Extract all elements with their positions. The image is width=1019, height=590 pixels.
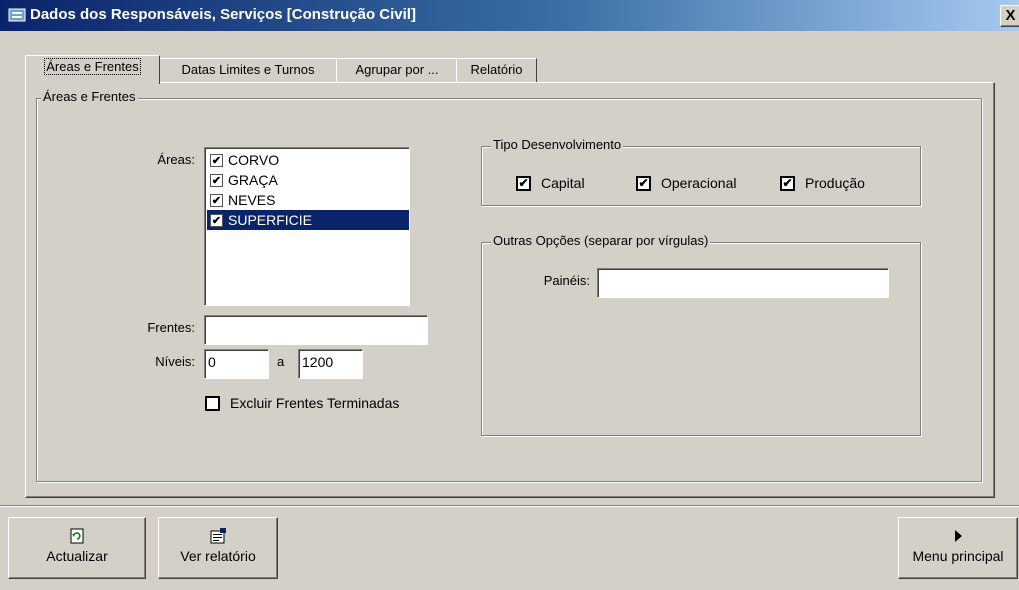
checkbox-neves[interactable]: ✔: [210, 194, 223, 207]
operacional-label: Operacional: [661, 175, 737, 191]
tab-agrupar[interactable]: Agrupar por ...: [336, 58, 458, 83]
bottom-divider: [0, 505, 1019, 507]
producao-label: Produção: [805, 175, 865, 191]
ver-relatorio-button[interactable]: Ver relatório: [158, 517, 278, 579]
producao-checkbox[interactable]: ✔: [780, 176, 795, 191]
tab-datas-limites[interactable]: Datas Limites e Turnos: [158, 58, 338, 83]
menu-principal-button[interactable]: Menu principal: [898, 517, 1018, 579]
checkbox-superficie[interactable]: ✔: [210, 214, 223, 227]
ver-relatorio-label: Ver relatório: [180, 548, 256, 564]
tipo-desenvolvimento-title: Tipo Desenvolvimento: [491, 137, 624, 152]
frentes-label: Frentes:: [147, 320, 195, 335]
refresh-icon: [70, 528, 84, 544]
tab-label: Áreas e Frentes: [44, 58, 141, 75]
niveis-to-input[interactable]: 1200: [298, 349, 363, 379]
list-item-selected[interactable]: ✔ SUPERFICIE: [207, 210, 409, 230]
checkbox-graca[interactable]: ✔: [210, 174, 223, 187]
paineis-label: Painéis:: [543, 273, 590, 288]
tab-areas-frentes[interactable]: Áreas e Frentes: [25, 55, 160, 84]
paineis-input[interactable]: [597, 268, 889, 298]
excluir-frentes-label: Excluir Frentes Terminadas: [230, 395, 400, 411]
app-icon: [8, 8, 26, 22]
close-button[interactable]: X: [1000, 5, 1019, 27]
tab-label: Relatório: [470, 62, 523, 77]
checkbox-corvo[interactable]: ✔: [210, 154, 223, 167]
list-item-label: CORVO: [228, 152, 280, 168]
operacional-checkbox[interactable]: ✔: [636, 176, 651, 191]
areas-label: Áreas:: [157, 152, 195, 167]
actualizar-button[interactable]: Actualizar: [8, 517, 146, 579]
tab-label: Datas Limites e Turnos: [181, 62, 315, 77]
list-item[interactable]: ✔ GRAÇA: [207, 170, 409, 190]
capital-label: Capital: [541, 175, 585, 191]
niveis-label: Níveis:: [155, 354, 195, 369]
actualizar-label: Actualizar: [46, 548, 108, 564]
group-areas-frentes-title: Áreas e Frentes: [41, 89, 138, 104]
report-icon: [210, 528, 226, 544]
menu-principal-label: Menu principal: [912, 548, 1004, 564]
list-item-label: NEVES: [228, 192, 276, 208]
list-item[interactable]: ✔ CORVO: [207, 150, 409, 170]
areas-listbox[interactable]: ✔ CORVO ✔ GRAÇA ✔ NEVES ✔ SUPERFICIE: [204, 147, 410, 306]
outras-opcoes-title: Outras Opções (separar por vírgulas): [491, 233, 711, 248]
niveis-separator: a: [277, 354, 285, 369]
tab-label: Agrupar por ...: [355, 62, 439, 77]
play-arrow-icon: [955, 530, 962, 542]
tab-relatorio[interactable]: Relatório: [456, 58, 537, 83]
window-title: Dados dos Responsáveis, Serviços [Constr…: [30, 6, 416, 23]
niveis-from-input[interactable]: 0: [204, 349, 269, 379]
excluir-frentes-checkbox[interactable]: [205, 396, 220, 411]
capital-checkbox[interactable]: ✔: [516, 176, 531, 191]
frentes-input[interactable]: [204, 315, 428, 345]
list-item-label: SUPERFICIE: [228, 212, 313, 228]
list-item[interactable]: ✔ NEVES: [207, 190, 409, 210]
list-item-label: GRAÇA: [228, 172, 278, 188]
